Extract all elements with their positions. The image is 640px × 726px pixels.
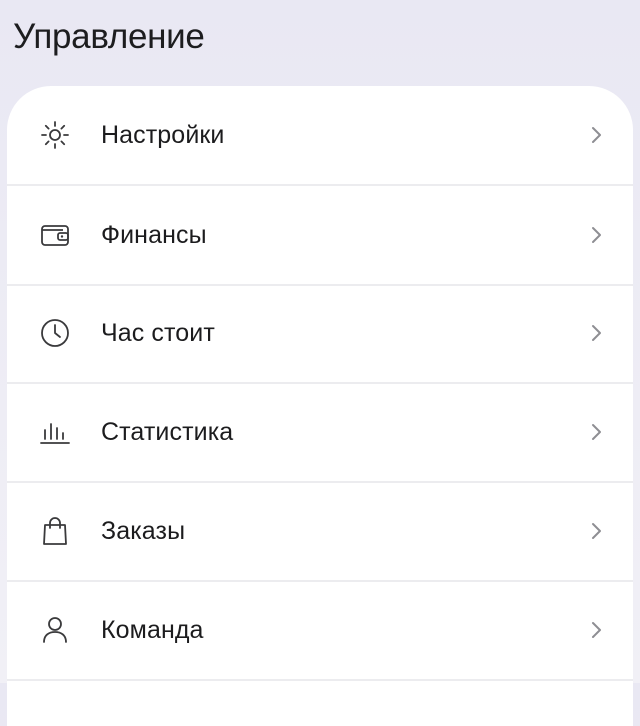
person-icon	[39, 614, 71, 646]
chevron-right-icon	[591, 620, 603, 640]
menu-item-statistics[interactable]: Статистика	[7, 383, 633, 481]
wallet-icon	[39, 219, 71, 251]
sun-icon	[39, 119, 71, 151]
management-menu-card: Настройки Финансы Час стоит Статистика З…	[7, 86, 633, 726]
menu-item-label: Команда	[101, 616, 204, 644]
chevron-right-icon	[591, 323, 603, 343]
menu-item-label: Час стоит	[101, 319, 215, 347]
shopping-bag-icon	[39, 515, 71, 547]
menu-item-settings[interactable]: Настройки	[7, 86, 633, 184]
menu-item-label: Статистика	[101, 418, 234, 446]
chevron-right-icon	[591, 125, 603, 145]
chevron-right-icon	[591, 225, 603, 245]
chevron-right-icon	[591, 422, 603, 442]
clock-icon	[39, 317, 71, 349]
bar-chart-icon	[39, 416, 71, 448]
menu-item-team[interactable]: Команда	[7, 581, 633, 679]
divider	[7, 679, 633, 681]
menu-item-hourly-rate[interactable]: Час стоит	[7, 284, 633, 382]
menu-item-finance[interactable]: Финансы	[7, 186, 633, 284]
page-title: Управление	[13, 17, 205, 56]
chevron-right-icon	[591, 521, 603, 541]
menu-item-label: Заказы	[101, 517, 186, 545]
menu-item-label: Финансы	[101, 221, 207, 249]
menu-item-label: Настройки	[101, 121, 225, 149]
menu-item-orders[interactable]: Заказы	[7, 482, 633, 580]
